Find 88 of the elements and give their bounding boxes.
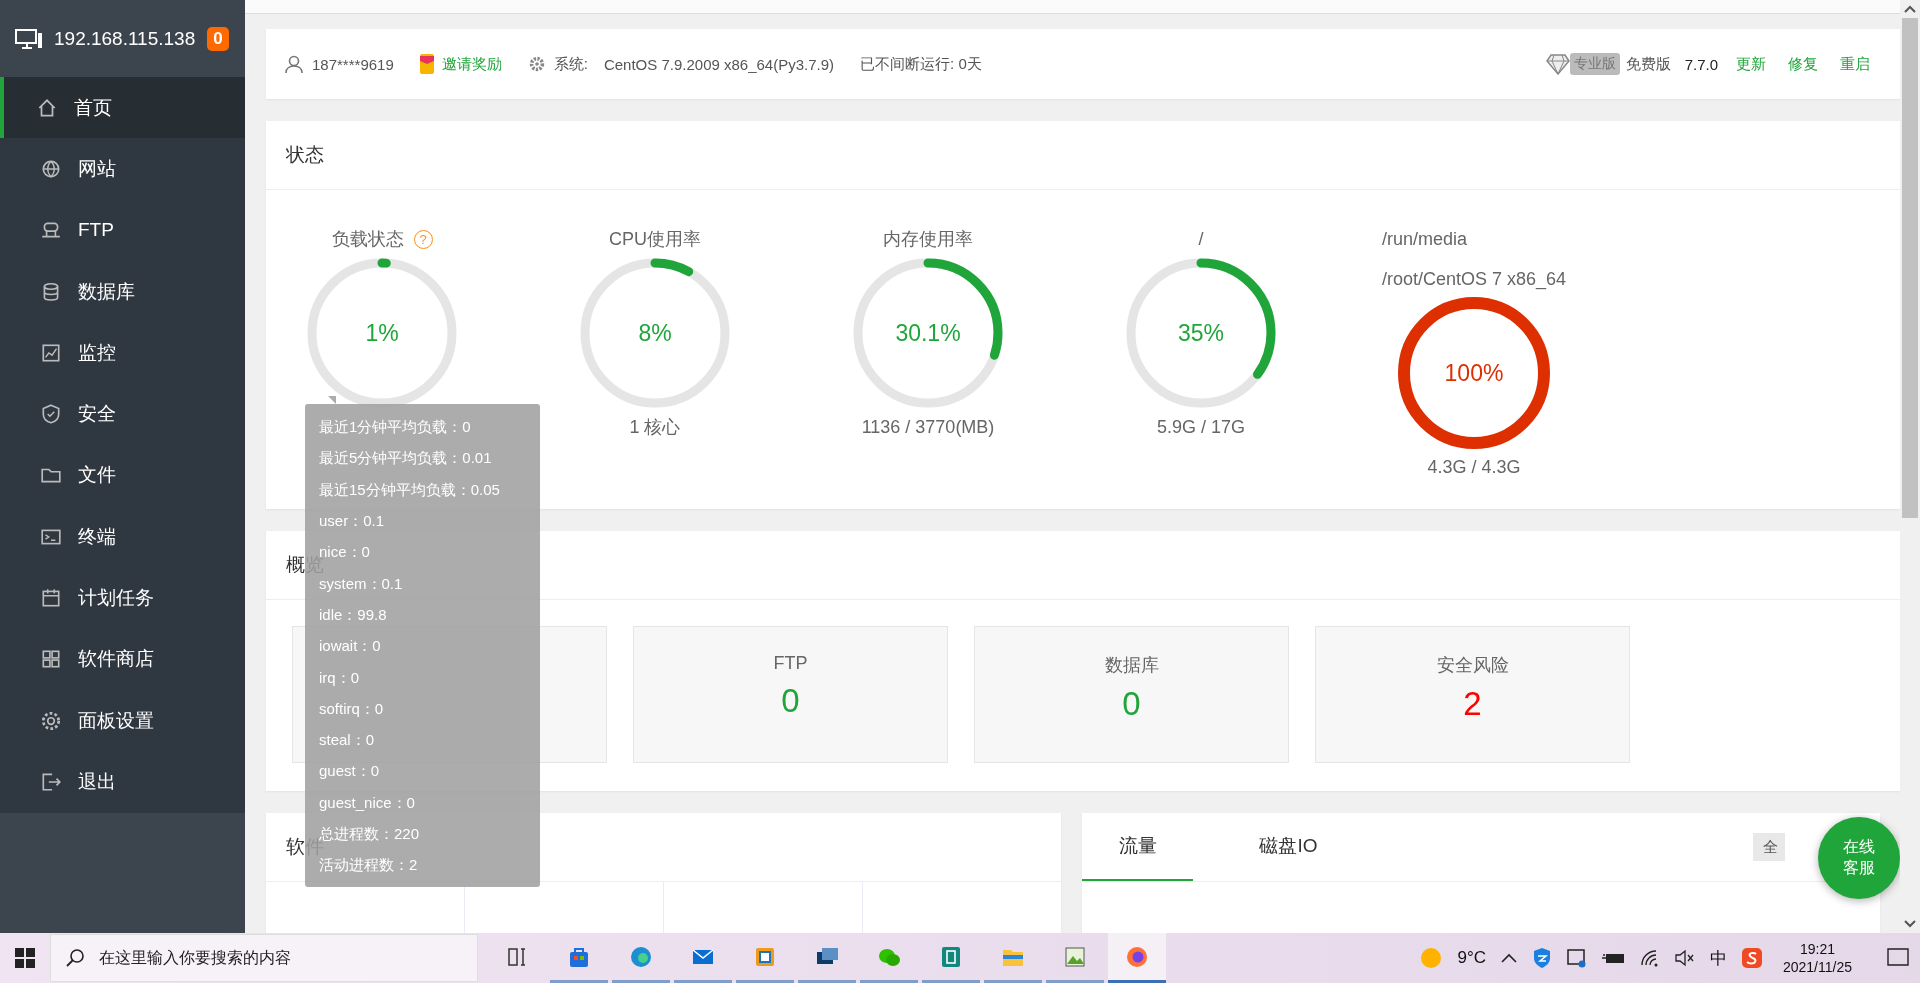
user-icon xyxy=(284,54,304,74)
tooltip-line: guest_nice：0 xyxy=(319,793,415,813)
sidebar-item[interactable]: 面板设置 xyxy=(0,689,245,752)
system-version: CentOS 7.9.2009 x86_64(Py3.7.9) xyxy=(603,55,835,73)
display-icon[interactable] xyxy=(1565,947,1588,969)
s-logo-icon[interactable] xyxy=(1740,947,1763,969)
sidebar-item[interactable]: FTP xyxy=(0,199,245,261)
tooltip-line: irq：0 xyxy=(319,668,359,688)
diamond-icon xyxy=(1545,53,1570,75)
gauge-label: / xyxy=(1198,228,1204,250)
gauge-label: 内存使用率 xyxy=(883,228,973,251)
grid-icon xyxy=(40,648,62,671)
tooltip-line: steal：0 xyxy=(319,731,375,751)
uptime-text: 已不间断运行: 0天 xyxy=(860,54,982,74)
speaker-muted-icon[interactable] xyxy=(1673,949,1696,967)
gauge-label: /run/media xyxy=(1381,228,1467,250)
gauge-value: 30.1% xyxy=(895,319,961,347)
wifi-icon[interactable] xyxy=(1639,949,1660,967)
tooltip-line: 最近1分钟平均负载：0 xyxy=(319,418,471,438)
gauge-caption: 1136 / 3770(MB) xyxy=(861,416,995,438)
tooltip-line: system：0.1 xyxy=(319,574,403,594)
notification-icon[interactable] xyxy=(1884,947,1912,969)
gauge-label: 负载状态 xyxy=(331,228,404,251)
sidebar-item[interactable]: 文件 xyxy=(0,444,245,507)
gauge-value: 8% xyxy=(638,319,672,347)
stat-card[interactable]: 安全风险 2 xyxy=(1315,626,1630,763)
caret-up-icon[interactable] xyxy=(1499,952,1518,964)
taskbar-app[interactable] xyxy=(1108,933,1166,983)
sidebar-item[interactable]: 退出 xyxy=(0,751,245,813)
tooltip-line: softirq：0 xyxy=(319,699,384,719)
gauge-caption: 5.9G / 17G xyxy=(1156,416,1246,438)
clock-date[interactable]: 2021/11/25 xyxy=(1782,958,1852,976)
tooltip-line: iowait：0 xyxy=(319,637,381,657)
monitor-icon xyxy=(14,27,44,50)
gauge-caption: 1 核心 xyxy=(629,416,681,439)
stat-label: 安全风险 xyxy=(1436,654,1509,677)
sidebar-item[interactable]: 首页 xyxy=(0,77,245,139)
search-icon xyxy=(65,948,85,968)
tab[interactable]: 磁盘IO xyxy=(1233,813,1344,881)
stat-value: 0 xyxy=(1122,685,1141,723)
tab[interactable]: 流量 xyxy=(1082,813,1193,881)
windows-start-icon[interactable] xyxy=(15,948,35,968)
tooltip-line: user：0.1 xyxy=(319,512,385,532)
gauge-label: /root/CentOS 7 x86_64 xyxy=(1381,268,1567,290)
tooltip-line: 最近15分钟平均负载：0.05 xyxy=(319,480,500,500)
stat-card[interactable]: FTP 0 xyxy=(633,626,948,763)
stat-value: 2 xyxy=(1463,685,1482,723)
scrollbar-thumb[interactable] xyxy=(1902,18,1918,518)
calendar-icon xyxy=(40,587,62,609)
section-title: 状态 xyxy=(286,143,324,167)
exit-icon xyxy=(40,770,62,793)
settings-icon xyxy=(40,709,62,732)
stat-label: FTP xyxy=(773,653,808,674)
gauge-caption: 4.3G / 4.3G xyxy=(1427,456,1521,478)
sidebar-item[interactable]: 计划任务 xyxy=(0,567,245,629)
gauge-value: 1% xyxy=(365,319,399,347)
input-method-indicator[interactable]: 中 xyxy=(1709,946,1727,970)
sidebar-item[interactable]: 数据库 xyxy=(0,260,245,323)
tooltip-line: 活动进程数：2 xyxy=(319,856,418,876)
shield-icon[interactable] xyxy=(1531,947,1552,969)
gift-icon xyxy=(419,54,434,74)
account-name: 187****9619 xyxy=(312,55,394,73)
stat-card[interactable]: 数据库 0 xyxy=(974,626,1289,763)
server-address: 192.168.115.138 xyxy=(54,27,196,50)
tooltip-line: 最近5分钟平均负载：0.01 xyxy=(319,449,492,469)
gauge-value: 35% xyxy=(1177,319,1224,347)
battery-icon[interactable] xyxy=(1601,951,1626,965)
gauge-value: 100% xyxy=(1444,359,1504,387)
temperature[interactable]: 9°C xyxy=(1457,948,1486,968)
taskbar-search-field[interactable]: 在这里输入你要搜索的内容 xyxy=(50,934,478,982)
system-label: 系统: xyxy=(553,54,588,74)
sidebar-item[interactable]: 终端 xyxy=(0,506,245,568)
stat-value: 0 xyxy=(781,682,800,720)
gauge-label: CPU使用率 xyxy=(609,228,701,251)
clock-time[interactable]: 19:21 xyxy=(1799,940,1835,958)
stat-label: 数据库 xyxy=(1104,654,1159,677)
sidebar-item[interactable]: 监控 xyxy=(0,322,245,384)
range-dropdown[interactable]: 全 xyxy=(1753,833,1785,861)
sidebar-item[interactable]: 网站 xyxy=(0,138,245,200)
edition-label: 免费版 xyxy=(1625,54,1671,74)
sidebar-item[interactable]: 安全 xyxy=(0,383,245,445)
tooltip-line: idle：99.8 xyxy=(319,605,387,625)
tooltip-line: guest：0 xyxy=(319,762,380,782)
sidebar-item[interactable]: 软件商店 xyxy=(0,628,245,690)
settings-icon xyxy=(527,55,546,73)
chart-icon xyxy=(40,341,62,364)
shield-icon xyxy=(40,403,62,426)
version-number: 7.7.0 xyxy=(1684,55,1718,73)
